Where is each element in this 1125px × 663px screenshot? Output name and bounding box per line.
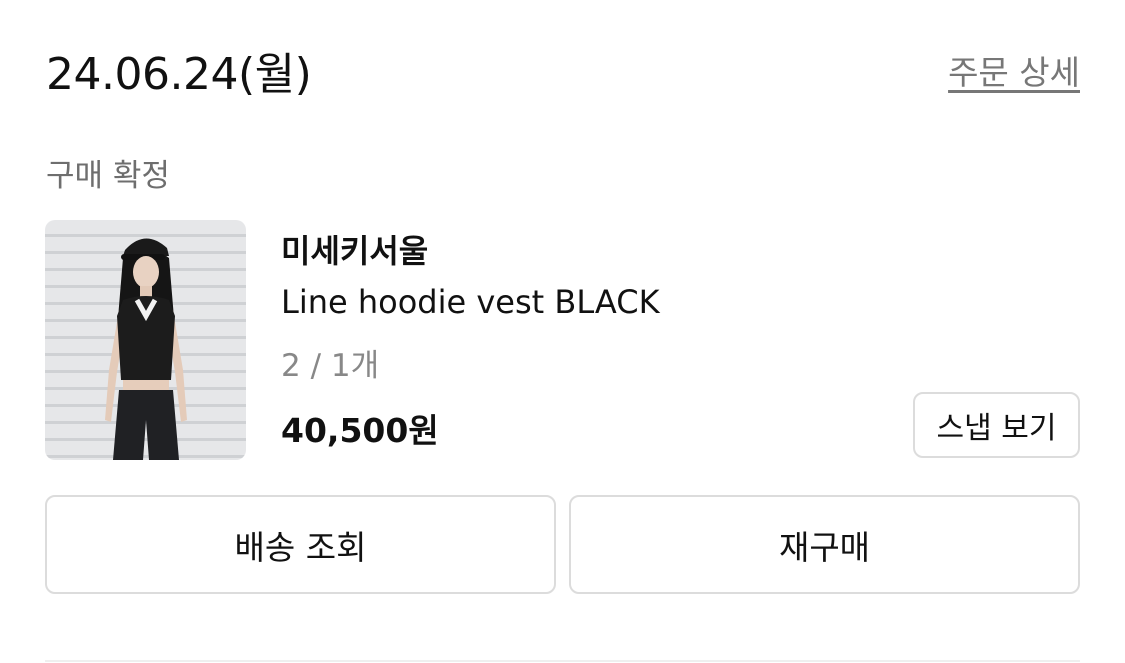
product-option: 2 / 1개 (281, 348, 380, 384)
rebuy-button[interactable]: 재구매 (569, 495, 1080, 594)
snap-view-button[interactable]: 스냅 보기 (913, 392, 1080, 458)
product-thumbnail[interactable] (45, 220, 246, 460)
order-status: 구매 확정 (46, 158, 170, 194)
product-name[interactable]: Line hoodie vest BLACK (281, 283, 660, 321)
order-detail-link[interactable]: 주문 상세 (948, 46, 1080, 94)
product-price: 40,500원 (281, 411, 439, 450)
track-delivery-button[interactable]: 배송 조회 (45, 495, 556, 594)
product-brand[interactable]: 미세키서울 (281, 226, 428, 272)
order-date: 24.06.24(월) (46, 49, 312, 100)
divider (45, 660, 1080, 662)
order-card: 24.06.24(월) 주문 상세 구매 확정 미세키서울 Line hoodi (0, 0, 1125, 663)
